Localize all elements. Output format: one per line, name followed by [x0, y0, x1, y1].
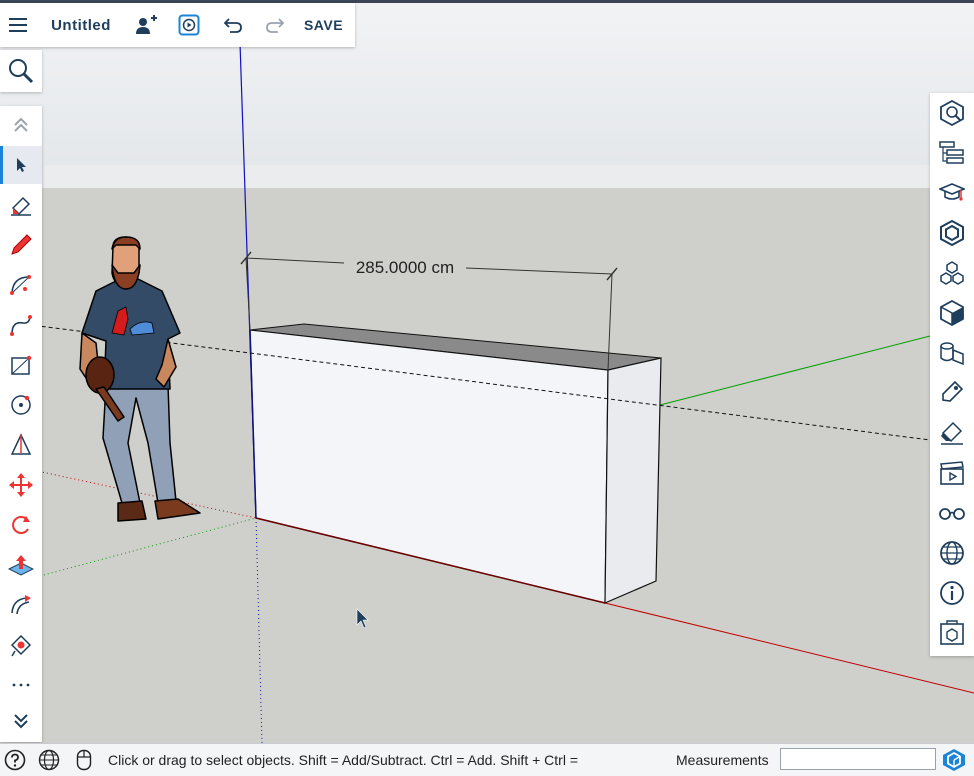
search-button[interactable]: [0, 50, 42, 92]
eraser-icon: [11, 196, 31, 216]
styles-icon: [940, 300, 964, 326]
toolbar-scroll-up[interactable]: [0, 106, 42, 144]
3d-viewport[interactable]: 285.0000 cm: [0, 3, 974, 743]
polygon-icon: [10, 433, 32, 455]
info-icon: [940, 581, 964, 605]
panel-materials[interactable]: [930, 253, 974, 293]
tool-polygon[interactable]: [0, 426, 42, 464]
tool-rotate[interactable]: [0, 506, 42, 544]
tool-follow-me[interactable]: [0, 586, 42, 624]
rectangle-icon: [11, 355, 32, 375]
tool-eraser[interactable]: [0, 186, 42, 224]
follow-me-icon: [11, 595, 31, 615]
panel-components[interactable]: [930, 213, 974, 253]
panel-solid-inspector[interactable]: [930, 613, 974, 653]
arc-icon: [10, 275, 31, 295]
help-icon: [4, 749, 26, 771]
search-icon: [9, 59, 34, 84]
status-hint: Click or drag to select objects. Shift =…: [108, 752, 578, 768]
panel-tags[interactable]: [930, 333, 974, 373]
dimension-label: 285.0000 cm: [356, 258, 454, 277]
eraser-panel-icon: [941, 421, 963, 445]
right-panel-toolbar: [930, 93, 974, 656]
measurements-label: Measurements: [676, 752, 769, 768]
tool-rectangle[interactable]: [0, 346, 42, 384]
entity-info-icon: [940, 100, 964, 126]
undo-button[interactable]: [212, 3, 254, 47]
push-pull-icon: [8, 555, 34, 576]
chevron-down-icon: [14, 714, 28, 729]
box-side-face[interactable]: [604, 357, 662, 604]
panel-soften[interactable]: [930, 373, 974, 413]
present-button[interactable]: [166, 3, 212, 47]
tool-select[interactable]: [0, 146, 42, 184]
language-button[interactable]: [38, 749, 60, 774]
play-icon: [178, 14, 200, 36]
tool-more[interactable]: [0, 666, 42, 704]
solid-inspector-icon: [940, 620, 964, 645]
tool-paint-bucket[interactable]: [0, 626, 42, 664]
select-arrow-icon: [17, 158, 26, 172]
panel-outliner[interactable]: [930, 133, 974, 173]
sketchup-logo-icon: [943, 749, 965, 771]
tool-arc[interactable]: [0, 266, 42, 304]
tool-circle[interactable]: [0, 386, 42, 424]
status-bar: Click or drag to select objects. Shift =…: [0, 743, 974, 776]
move-icon: [9, 473, 33, 497]
panel-eraser-settings[interactable]: [930, 413, 974, 453]
panel-scenes[interactable]: [930, 453, 974, 493]
toolbar-scroll-down[interactable]: [0, 702, 42, 740]
scenes-icon: [940, 461, 964, 485]
top-toolbar: Untitled SAVE: [0, 3, 355, 47]
tool-push-pull[interactable]: [0, 546, 42, 584]
tool-move[interactable]: [0, 466, 42, 504]
horizon-band: [44, 165, 930, 188]
display-icon: [939, 508, 965, 520]
panel-instructor[interactable]: [930, 173, 974, 213]
measurements-input[interactable]: [780, 748, 936, 770]
geo-location-icon: [940, 541, 964, 565]
model-title[interactable]: Untitled: [36, 3, 126, 47]
help-button[interactable]: [4, 749, 26, 774]
save-button[interactable]: SAVE: [296, 3, 351, 47]
soften-icon: [942, 380, 964, 402]
panel-styles[interactable]: [930, 293, 974, 333]
materials-icon: [940, 261, 964, 285]
tags-icon: [940, 342, 964, 366]
circle-icon: [11, 395, 31, 415]
panel-entity-info[interactable]: [930, 93, 974, 133]
mouse-icon: [76, 749, 92, 771]
chevron-up-icon: [14, 117, 28, 132]
globe-icon: [38, 749, 60, 771]
paint-bucket-icon: [10, 634, 32, 657]
more-icon: [12, 683, 30, 687]
outliner-icon: [939, 141, 964, 164]
panel-display[interactable]: [930, 493, 974, 533]
tool-pencil[interactable]: [0, 226, 42, 264]
sketchup-logo[interactable]: [942, 748, 966, 775]
tool-freehand[interactable]: [0, 306, 42, 344]
menu-button[interactable]: [0, 3, 36, 47]
pencil-icon: [11, 234, 32, 255]
redo-icon: [266, 18, 284, 33]
left-toolbar: [0, 106, 42, 742]
input-device-button[interactable]: [76, 749, 92, 774]
panel-model-info[interactable]: [930, 573, 974, 613]
components-icon: [940, 220, 964, 246]
add-user-icon: [136, 15, 157, 34]
instructor-icon: [939, 183, 965, 201]
add-collaborator-button[interactable]: [126, 3, 166, 47]
panel-geo-location[interactable]: [930, 533, 974, 573]
freehand-icon: [10, 315, 32, 336]
undo-icon: [224, 18, 242, 33]
hamburger-icon: [9, 18, 27, 32]
redo-button[interactable]: [254, 3, 296, 47]
rotate-icon: [12, 516, 30, 534]
